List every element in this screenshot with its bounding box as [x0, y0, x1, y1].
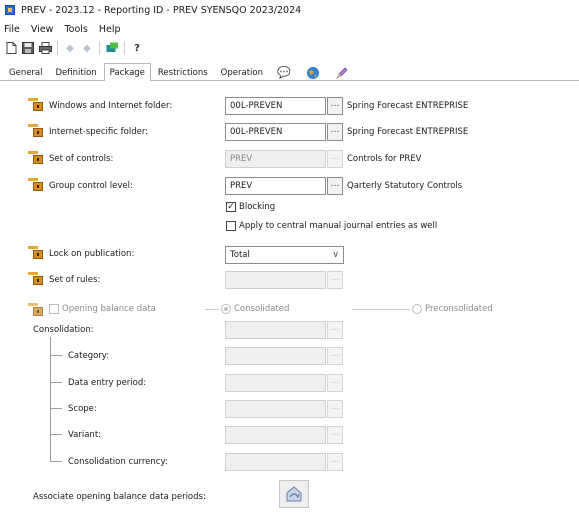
new-icon[interactable]: [4, 41, 18, 55]
toolbar-separator: [99, 41, 100, 55]
associate-icon: [286, 486, 302, 502]
toolbar-separator: [57, 41, 58, 55]
package-icon: [28, 301, 44, 317]
tree-line: [50, 382, 62, 383]
consolidation-currency-browse-button[interactable]: …: [327, 453, 343, 471]
chevron-down-icon: ∨: [332, 250, 339, 260]
opening-balance-label: Opening balance data: [62, 304, 156, 314]
menu-view[interactable]: View: [31, 24, 54, 35]
consolidated-label: Consolidated: [234, 304, 290, 314]
data-entry-period-browse-button[interactable]: …: [327, 374, 343, 392]
divider: [205, 309, 219, 310]
preconsolidated-radio[interactable]: [412, 304, 422, 314]
speech-bubble-icon[interactable]: 💬: [270, 64, 298, 80]
back-arrow-icon[interactable]: ◆: [63, 41, 77, 55]
tab-operation[interactable]: Operation: [215, 64, 269, 80]
package-icon: [28, 176, 44, 192]
group-control-label: Group control level:: [49, 181, 133, 191]
save-icon[interactable]: [21, 41, 35, 55]
package-icon: [28, 270, 44, 286]
windows-folder-label: Windows and Internet folder:: [49, 101, 173, 111]
internet-folder-browse-button[interactable]: …: [327, 123, 343, 141]
group-control-browse-button[interactable]: …: [327, 177, 343, 195]
menu-tools[interactable]: Tools: [64, 24, 87, 35]
toolbar: ◆ ◆ ?: [0, 39, 147, 57]
set-of-controls-label: Set of controls:: [49, 154, 114, 164]
category-label: Category:: [68, 351, 110, 361]
consolidation-currency-label: Consolidation currency:: [68, 457, 168, 467]
associate-periods-button[interactable]: [279, 480, 309, 508]
windows-folder-input[interactable]: 00L-PREVEN: [225, 97, 326, 115]
scope-browse-button[interactable]: …: [327, 400, 343, 418]
windows-folder-browse-button[interactable]: …: [327, 97, 343, 115]
menu-file[interactable]: File: [4, 24, 20, 35]
tab-package[interactable]: Package: [103, 63, 151, 81]
app-icon: [5, 5, 15, 15]
tab-definition[interactable]: Definition: [50, 64, 103, 80]
variant-input[interactable]: [225, 426, 326, 444]
set-of-controls-description: Controls for PREV: [347, 154, 422, 164]
consolidated-radio[interactable]: [221, 304, 231, 314]
set-of-rules-browse-button[interactable]: …: [327, 271, 343, 289]
tree-line: [50, 434, 62, 435]
lock-on-publication-value: Total: [230, 250, 250, 260]
internet-folder-input[interactable]: 00L-PREVEN: [225, 123, 326, 141]
category-input[interactable]: [225, 347, 326, 365]
tab-general[interactable]: General: [3, 64, 49, 80]
menu-help[interactable]: Help: [99, 24, 121, 35]
print-icon[interactable]: [38, 41, 52, 55]
blocking-checkbox[interactable]: ✓: [226, 202, 236, 212]
forward-arrow-icon[interactable]: ◆: [80, 41, 94, 55]
variant-browse-button[interactable]: …: [327, 426, 343, 444]
lock-on-publication-label: Lock on publication:: [49, 249, 135, 259]
lock-on-publication-select[interactable]: Total ∨: [225, 246, 344, 264]
title-bar: PREV - 2023.12 - Reporting ID - PREV SYE…: [0, 0, 579, 20]
data-entry-period-input[interactable]: [225, 374, 326, 392]
data-entry-period-label: Data entry period:: [68, 378, 147, 388]
opening-balance-checkbox[interactable]: [49, 304, 59, 314]
windows-folder-description: Spring Forecast ENTREPRISE: [347, 101, 469, 111]
tab-restrictions[interactable]: Restrictions: [152, 64, 214, 80]
menu-bar: File View Tools Help: [0, 21, 132, 37]
tree-line: [50, 408, 62, 409]
group-control-input[interactable]: PREV: [225, 177, 326, 195]
category-browse-button[interactable]: …: [327, 347, 343, 365]
apply-central-checkbox[interactable]: [226, 221, 236, 231]
package-icon: [28, 96, 44, 112]
consolidation-currency-input[interactable]: [225, 453, 326, 471]
group-control-description: Qarterly Statutory Controls: [347, 181, 463, 191]
apply-central-label: Apply to central manual journal entries …: [239, 221, 438, 231]
blocking-label: Blocking: [239, 202, 276, 212]
scope-input[interactable]: [225, 400, 326, 418]
package-panel: Windows and Internet folder: 00L-PREVEN …: [0, 82, 579, 516]
refresh-icon[interactable]: [105, 41, 119, 55]
consolidation-input[interactable]: [225, 321, 326, 339]
set-of-controls-input[interactable]: PREV: [225, 150, 326, 168]
window-title: PREV - 2023.12 - Reporting ID - PREV SYE…: [21, 4, 302, 16]
consolidation-label: Consolidation:: [33, 325, 94, 335]
scope-label: Scope:: [68, 404, 97, 414]
toolbar-separator: [124, 41, 125, 55]
help-icon[interactable]: ?: [130, 41, 144, 55]
associate-label: Associate opening balance data periods:: [33, 492, 206, 502]
set-of-controls-browse-button[interactable]: …: [327, 150, 343, 168]
set-of-rules-input[interactable]: [225, 271, 326, 289]
tab-strip: General Definition Package Restrictions …: [0, 63, 579, 81]
internet-folder-label: Internet-specific folder:: [49, 127, 149, 137]
consolidation-browse-button[interactable]: …: [327, 321, 343, 339]
tree-line: [50, 355, 62, 356]
internet-folder-description: Spring Forecast ENTREPRISE: [347, 127, 469, 137]
variant-label: Variant:: [68, 430, 102, 440]
pencil-icon[interactable]: [328, 64, 356, 80]
package-icon: [28, 149, 44, 165]
divider: [352, 309, 410, 310]
package-icon: [28, 122, 44, 138]
tree-line: [50, 461, 62, 462]
globe-icon[interactable]: [299, 64, 327, 80]
set-of-rules-label: Set of rules:: [49, 275, 101, 285]
package-icon: [28, 244, 44, 260]
preconsolidated-label: Preconsolidated: [425, 304, 493, 314]
